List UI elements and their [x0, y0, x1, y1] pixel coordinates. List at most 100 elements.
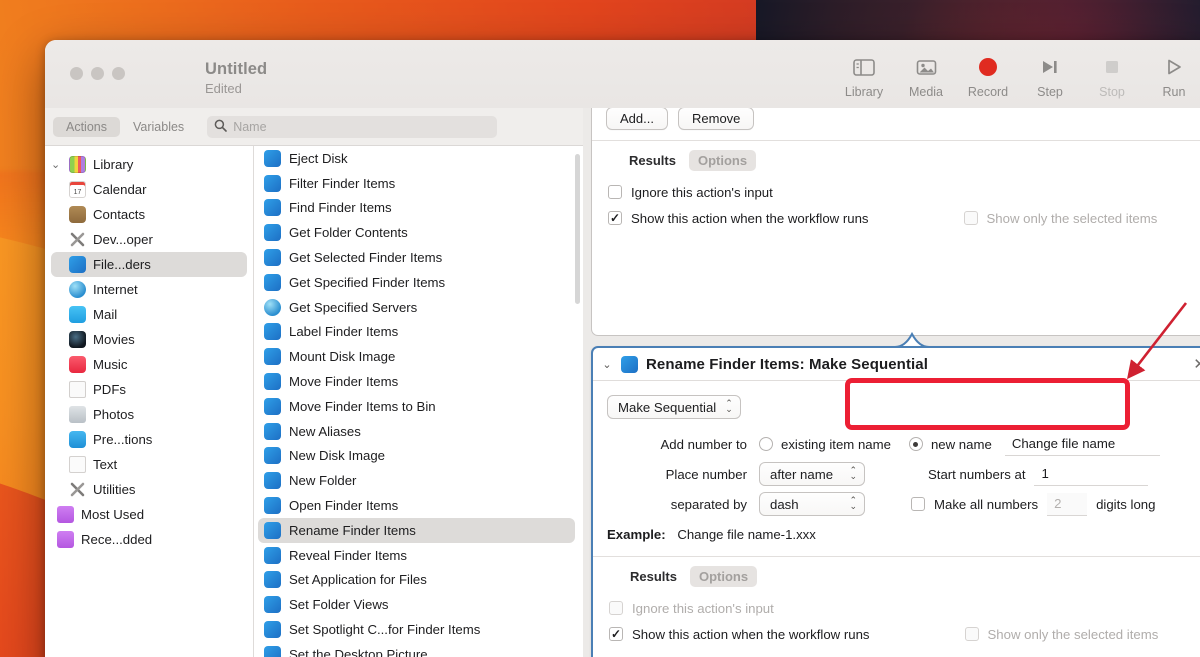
- tab-results[interactable]: Results: [620, 150, 685, 171]
- action-list-item[interactable]: Move Finder Items: [254, 369, 583, 394]
- run-icon: [1165, 54, 1183, 80]
- zoom-window-button[interactable]: [112, 67, 125, 80]
- action-list-item-label: Set Folder Views: [289, 597, 388, 612]
- toolbar-library-button[interactable]: Library: [833, 54, 895, 99]
- show-action-checkbox[interactable]: [608, 211, 622, 225]
- action-list-item[interactable]: Set Folder Views: [254, 592, 583, 617]
- action-list-item-label: Eject Disk: [289, 151, 348, 166]
- sidebar-item-mail[interactable]: Mail: [45, 302, 253, 327]
- sidebar-item-file-ders[interactable]: File...ders: [51, 252, 247, 277]
- actions-scrollbar-thumb[interactable]: [575, 154, 580, 304]
- presentations-icon: [69, 431, 86, 448]
- tab-actions[interactable]: Actions: [53, 117, 120, 137]
- finder-icon: [264, 398, 281, 415]
- sidebar-item-label: Calendar: [93, 182, 147, 197]
- action-list-item[interactable]: Eject Disk: [254, 146, 583, 171]
- media-icon: [915, 54, 938, 80]
- finder-icon: [264, 274, 281, 291]
- action-list-item[interactable]: Set Application for Files: [254, 568, 583, 593]
- tab-options[interactable]: Options: [689, 150, 756, 171]
- chevron-updown-icon: ⌃⌄: [849, 468, 857, 479]
- sidebar-item-library[interactable]: ⌄ Library: [45, 152, 253, 177]
- action-list-item[interactable]: Label Finder Items: [254, 320, 583, 345]
- close-icon[interactable]: ✕: [1193, 355, 1200, 373]
- show-action-checkbox[interactable]: [609, 627, 623, 641]
- workflow-action-card-top: W Batch EDITED-5 fawadahmed › Documents …: [591, 108, 1200, 336]
- show-action-row-card1[interactable]: Show this action when the workflow runs …: [592, 205, 1200, 231]
- action-list-item[interactable]: Move Finder Items to Bin: [254, 394, 583, 419]
- tab-options[interactable]: Options: [690, 566, 757, 587]
- actions-scrollbar[interactable]: [573, 146, 582, 657]
- sidebar-item-label: Dev...oper: [93, 232, 153, 247]
- action-list-item[interactable]: New Folder: [254, 468, 583, 493]
- chevron-down-icon[interactable]: ⌄: [601, 358, 613, 371]
- finder-icon: [264, 522, 281, 539]
- toolbar-step-button[interactable]: Step: [1019, 54, 1081, 99]
- tab-variables[interactable]: Variables: [120, 117, 197, 137]
- action-list-item[interactable]: Get Specified Servers: [254, 295, 583, 320]
- make-all-numbers-checkbox[interactable]: [911, 497, 925, 511]
- mode-popup-button[interactable]: Make Sequential ⌃⌄: [607, 395, 741, 419]
- toolbar-record-button[interactable]: Record: [957, 54, 1019, 99]
- sidebar-item-pdfs[interactable]: PDFs: [45, 377, 253, 402]
- ignore-input-row-card1[interactable]: Ignore this action's input: [592, 179, 1200, 205]
- sidebar-item-label: Music: [93, 357, 127, 372]
- show-action-row-card2[interactable]: Show this action when the workflow runs …: [593, 621, 1200, 647]
- sidebar-item-contacts[interactable]: Contacts: [45, 202, 253, 227]
- action-list-item[interactable]: Set the Desktop Picture: [254, 642, 583, 657]
- search-input[interactable]: Name: [207, 116, 497, 138]
- add-button[interactable]: Add...: [606, 108, 668, 130]
- action-list-item-label: Move Finder Items: [289, 374, 398, 389]
- close-window-button[interactable]: [70, 67, 83, 80]
- action-list-item[interactable]: Reveal Finder Items: [254, 543, 583, 568]
- finder-icon: [264, 621, 281, 638]
- action-list-item[interactable]: New Aliases: [254, 419, 583, 444]
- new-name-radio[interactable]: [909, 437, 923, 451]
- separated-by-value: dash: [770, 497, 799, 512]
- action-list-item[interactable]: Mount Disk Image: [254, 344, 583, 369]
- sidebar-smart-folder-1[interactable]: Rece...dded: [45, 527, 253, 552]
- finder-icon: [264, 199, 281, 216]
- minimize-window-button[interactable]: [91, 67, 104, 80]
- traffic-lights[interactable]: [70, 67, 125, 80]
- toolbar-run-button[interactable]: Run: [1143, 54, 1200, 99]
- internet-icon: [69, 281, 86, 298]
- sidebar-item-utilities[interactable]: Utilities: [45, 477, 253, 502]
- existing-item-name-radio[interactable]: [759, 437, 773, 451]
- sidebar-item-internet[interactable]: Internet: [45, 277, 253, 302]
- separated-by-popup[interactable]: dash ⌃⌄: [759, 492, 865, 516]
- finder-icon: [264, 175, 281, 192]
- start-numbers-at-input[interactable]: 1: [1034, 463, 1148, 486]
- sidebar-smart-folder-0[interactable]: Most Used: [45, 502, 253, 527]
- place-number-popup[interactable]: after name ⌃⌄: [759, 462, 865, 486]
- sidebar-item-movies[interactable]: Movies: [45, 327, 253, 352]
- tab-results[interactable]: Results: [621, 566, 686, 587]
- sidebar-item-dev-oper[interactable]: Dev...oper: [45, 227, 253, 252]
- toolbar-run-label: Run: [1163, 85, 1186, 99]
- action-list-item[interactable]: Get Specified Finder Items: [254, 270, 583, 295]
- sidebar-item-label: Photos: [93, 407, 134, 422]
- action-list-item[interactable]: Set Spotlight C...for Finder Items: [254, 617, 583, 642]
- ignore-input-checkbox[interactable]: [608, 185, 622, 199]
- search-placeholder: Name: [233, 120, 266, 134]
- action-list-item[interactable]: Get Selected Finder Items: [254, 245, 583, 270]
- remove-button[interactable]: Remove: [678, 108, 754, 130]
- chevron-down-icon[interactable]: ⌄: [51, 158, 62, 171]
- finder-icon: [264, 497, 281, 514]
- digits-input[interactable]: 2: [1047, 493, 1087, 516]
- sidebar-item-calendar[interactable]: 17Calendar: [45, 177, 253, 202]
- action-list-item[interactable]: Open Finder Items: [254, 493, 583, 518]
- sidebar-item-photos[interactable]: Photos: [45, 402, 253, 427]
- sidebar-item-music[interactable]: Music: [45, 352, 253, 377]
- toolbar-media-button[interactable]: Media: [895, 54, 957, 99]
- action-list-item-label: New Disk Image: [289, 448, 385, 463]
- new-name-input[interactable]: Change file name: [1005, 433, 1160, 456]
- action-list-item[interactable]: Filter Finder Items: [254, 171, 583, 196]
- sidebar-item-text[interactable]: Text: [45, 452, 253, 477]
- action-list-item[interactable]: Rename Finder Items: [258, 518, 575, 543]
- action-list-item[interactable]: Find Finder Items: [254, 196, 583, 221]
- action-list-item[interactable]: Get Folder Contents: [254, 220, 583, 245]
- action-list-item[interactable]: New Disk Image: [254, 444, 583, 469]
- movies-icon: [69, 331, 86, 348]
- sidebar-item-pre-tions[interactable]: Pre...tions: [45, 427, 253, 452]
